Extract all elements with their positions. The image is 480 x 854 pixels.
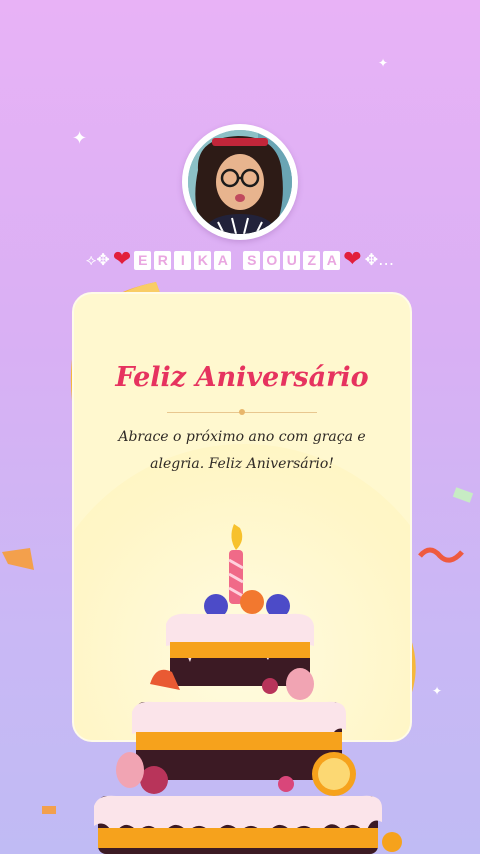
card-message-line: alegria. Feliz Aniversário! bbox=[150, 456, 334, 472]
card-message-line: Abrace o próximo ano com graça e bbox=[118, 429, 366, 445]
avatar[interactable] bbox=[188, 130, 292, 234]
card-title: Feliz Aniversário bbox=[115, 362, 369, 393]
confetti-icon bbox=[42, 806, 56, 814]
name-letter: A bbox=[323, 250, 341, 270]
card-divider-ornament bbox=[239, 409, 245, 415]
name-letter: E bbox=[134, 250, 152, 270]
heart-icon: ❤ bbox=[112, 247, 132, 272]
card-message: Abrace o próximo ano com graça e alegria… bbox=[104, 424, 380, 478]
ornament-right: ✥… bbox=[364, 250, 395, 269]
birthday-cake-icon bbox=[94, 524, 402, 854]
confetti-icon bbox=[452, 487, 474, 503]
name-letter: U bbox=[283, 250, 301, 270]
profile-name: ⟡✥ ❤ E R I K A S O U Z A ❤ ✥… bbox=[50, 246, 430, 274]
name-letter: K bbox=[194, 250, 212, 270]
sparkle-icon: ✦ bbox=[72, 128, 88, 149]
confetti-icon bbox=[418, 547, 464, 563]
name-letter: S bbox=[243, 250, 261, 270]
name-letter: O bbox=[263, 250, 281, 270]
confetti-icon bbox=[2, 548, 34, 570]
sparkle-icon: ✦ bbox=[378, 56, 389, 70]
avatar-frame bbox=[182, 124, 298, 240]
name-letter: Z bbox=[303, 250, 321, 270]
heart-icon: ❤ bbox=[343, 247, 362, 272]
candle-icon bbox=[231, 524, 243, 550]
name-letter: A bbox=[214, 250, 232, 270]
name-letter: R bbox=[154, 250, 172, 270]
name-letter: I bbox=[174, 250, 192, 270]
ornament-left: ⟡✥ bbox=[85, 250, 110, 269]
